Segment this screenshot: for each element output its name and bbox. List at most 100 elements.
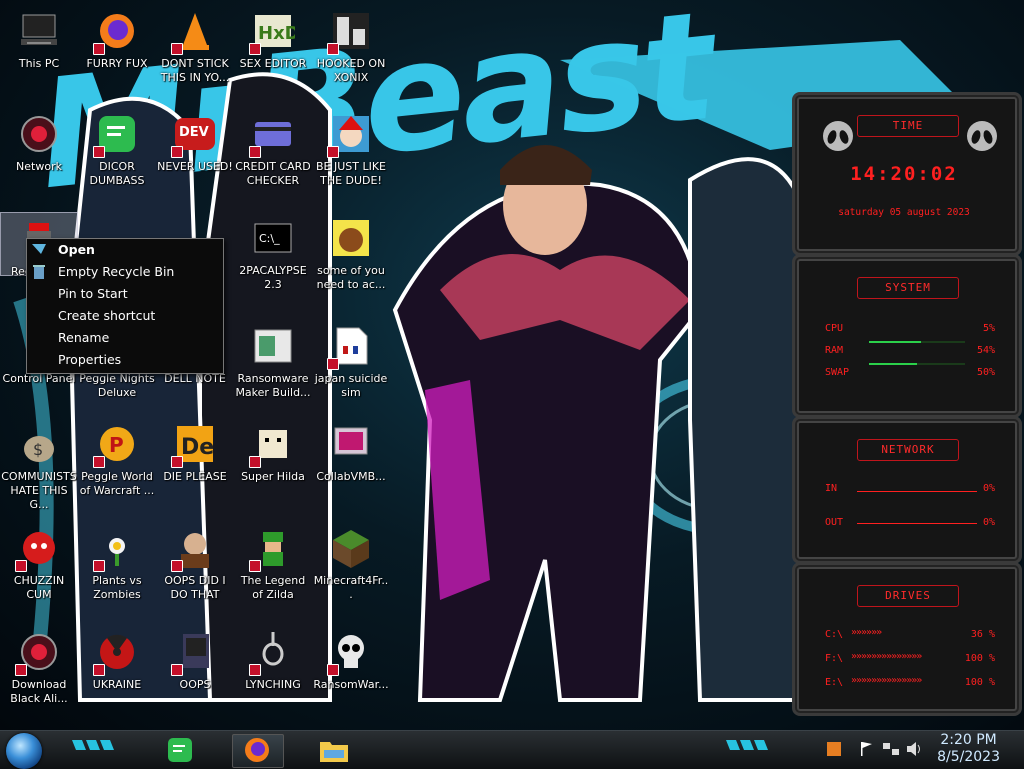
alien-orb-icon — [17, 112, 61, 156]
drive-f-value: 100 % — [964, 653, 995, 664]
desktop-icon-network[interactable]: Network — [0, 108, 78, 208]
menu-item-label: Rename — [58, 330, 110, 345]
icon-label: 2PACALYPSE 2.3 — [239, 264, 307, 291]
desktop-icon-ukraine[interactable]: UKRAINE — [78, 626, 156, 726]
desktop-icon-ransomware-maker[interactable]: Ransomware Maker Build... — [234, 320, 312, 420]
peggle-icon: P — [93, 422, 139, 468]
svg-text:C:\_: C:\_ — [259, 232, 280, 245]
desktop-icon-be-just-like-the-dude[interactable]: BE JUST LIKE THE DUDE! — [312, 108, 390, 208]
menu-item-pin-to-start[interactable]: Pin to Start — [27, 283, 223, 305]
taskbar-accent-right — [726, 740, 768, 750]
folder-icon — [320, 742, 348, 762]
icon-label: OOPS DID I DO THAT — [164, 574, 226, 601]
desktop-icon-ransomware[interactable]: RansomWar... — [312, 626, 390, 726]
icon-label: CREDIT CARD CHECKER — [235, 160, 311, 187]
menu-item-create-shortcut[interactable]: Create shortcut — [27, 305, 223, 327]
ram-label: RAM — [825, 345, 844, 356]
flower-icon — [93, 526, 139, 572]
drive-e-label: E:\ — [825, 677, 844, 688]
money-bag-icon: $ — [17, 422, 61, 466]
grass-block-icon — [329, 526, 373, 570]
menu-item-open[interactable]: Open — [27, 239, 223, 261]
swap-value: 50% — [976, 367, 995, 378]
swap-bar-fill — [869, 363, 917, 365]
desktop-icon-communists[interactable]: $ COMMUNISTS HATE THIS G... — [0, 418, 78, 518]
desktop-icon-chuzzin[interactable]: CHUZZIN CUM — [0, 522, 78, 622]
window-app-icon — [251, 324, 295, 368]
desktop-icon-lynching[interactable]: LYNCHING — [234, 626, 312, 726]
icon-label: Peggle World of Warcraft ... — [79, 470, 155, 497]
icon-label: Ransomware Maker Build... — [235, 372, 311, 399]
desktop-icon-hooked-on-xonix[interactable]: HOOKED ON XONIX — [312, 5, 390, 105]
icon-label: Peggle Nights Deluxe — [79, 372, 155, 399]
desktop-icon-peggle-wow[interactable]: P Peggle World of Warcraft ... — [78, 418, 156, 518]
desktop-icon-furry-fux[interactable]: FURRY FUX — [78, 5, 156, 105]
time-gadget[interactable]: TIME 14:20:02 saturday 05 august 2023 — [792, 92, 1022, 256]
menu-item-empty-recycle-bin[interactable]: Empty Recycle Bin — [27, 261, 223, 283]
menu-item-label: Properties — [58, 352, 122, 367]
taskbar-app-firefox[interactable] — [232, 734, 284, 768]
net-in-value: 0% — [982, 483, 995, 494]
network-icon[interactable] — [882, 741, 900, 757]
net-out-label: OUT — [825, 517, 844, 528]
desktop-icon-this-pc[interactable]: This PC — [0, 5, 78, 105]
desktop-icon-legend-of-zilda[interactable]: The Legend of Zilda — [234, 522, 312, 622]
desktop-icon-japan-suicide-sim[interactable]: japan suicide sim — [312, 320, 390, 420]
desktop-icon-download-black-alien[interactable]: Download Black Ali... — [0, 626, 78, 726]
santa-icon — [327, 112, 373, 158]
desktop-icon-super-hilda[interactable]: Super Hilda — [234, 418, 312, 518]
taskbar: 2:20 PM 8/5/2023 — [0, 730, 1024, 769]
drives-gadget[interactable]: DRIVES C:\ »»»»»» 36 % F:\ »»»»»»»»»»»»»… — [792, 562, 1022, 716]
icon-label: Control Panel — [2, 372, 76, 385]
svg-text:P: P — [109, 433, 124, 457]
icon-label: BE JUST LIKE THE DUDE! — [315, 160, 387, 187]
desktop-icon-minecraft[interactable]: Minecraft4Fr... — [312, 522, 390, 622]
icon-label: COMMUNISTS HATE THIS G... — [1, 470, 77, 511]
hxd-icon: HxD — [249, 9, 300, 55]
ram-bar-track — [869, 341, 965, 343]
menu-item-rename[interactable]: Rename — [27, 327, 223, 349]
icon-label: The Legend of Zilda — [240, 574, 306, 601]
desktop-icon-oops-did-i[interactable]: OOPS DID I DO THAT — [156, 522, 234, 622]
icon-label: japan suicide sim — [314, 372, 388, 399]
firefox-icon — [245, 738, 269, 762]
desktop-icon-oops[interactable]: OOPS — [156, 626, 234, 726]
net-out-value: 0% — [982, 517, 995, 528]
desktop-icon-some-of-you[interactable]: some of you need to ac... — [312, 212, 390, 312]
volume-icon[interactable] — [906, 741, 924, 757]
desktop-icon-2pacalypse[interactable]: C:\_ 2PACALYPSE 2.3 — [234, 212, 312, 312]
taskbar-app-explorer[interactable] — [310, 734, 360, 766]
gadget-clock: 14:20:02 — [850, 163, 958, 185]
system-gadget[interactable]: SYSTEM CPU 5% RAM 54% SWAP 50% — [792, 254, 1022, 418]
icon-label: Network — [16, 160, 62, 173]
start-button[interactable] — [6, 733, 42, 769]
desktop-icon-credit-card[interactable]: CREDIT CARD CHECKER — [234, 108, 312, 208]
desktop-icon-die-please[interactable]: De DIE PLEASE — [156, 418, 234, 518]
desktop-icon-never-used[interactable]: DEV NEVER USED! — [156, 108, 234, 208]
icon-label: DICOR DUMBASS — [89, 160, 145, 187]
vlc-cone-icon — [171, 9, 217, 55]
desktop-icon-sex-editor[interactable]: HxD SEX EDITOR — [234, 5, 312, 105]
clock-time: 2:20 PM — [940, 732, 997, 748]
drive-c-label: C:\ — [825, 629, 844, 640]
firefox-icon — [93, 9, 139, 55]
desktop-icon-plants-vs-zombies[interactable]: Plants vs Zombies — [78, 522, 156, 622]
desktop-icon-dont-stick[interactable]: DONT STICK THIS IN YO... — [156, 5, 234, 105]
clock-date: 8/5/2023 — [937, 749, 1000, 765]
svg-text:HxD: HxD — [258, 23, 295, 44]
chuzzle-icon — [15, 526, 61, 572]
network-gadget[interactable]: NETWORK IN 0% OUT 0% — [792, 416, 1022, 564]
desktop-icon-dicor-dumbass[interactable]: DICOR DUMBASS — [78, 108, 156, 208]
taskbar-clock[interactable]: 2:20 PM 8/5/2023 — [937, 732, 1000, 766]
document-icon — [327, 324, 373, 370]
menu-item-properties[interactable]: Properties — [27, 349, 223, 371]
drive-e-bar: »»»»»»»»»»»»»» — [851, 675, 922, 686]
taskbar-app-green[interactable] — [156, 734, 206, 766]
svg-text:$: $ — [33, 440, 43, 459]
tray-app-icon[interactable] — [826, 741, 842, 757]
flag-icon[interactable] — [860, 741, 874, 757]
pixel-cat-icon — [249, 422, 295, 468]
terminal-icon: C:\_ — [251, 216, 295, 260]
cpu-value: 5% — [982, 323, 995, 334]
desktop-icon-collabvm[interactable]: CollabVMB... — [312, 418, 390, 518]
